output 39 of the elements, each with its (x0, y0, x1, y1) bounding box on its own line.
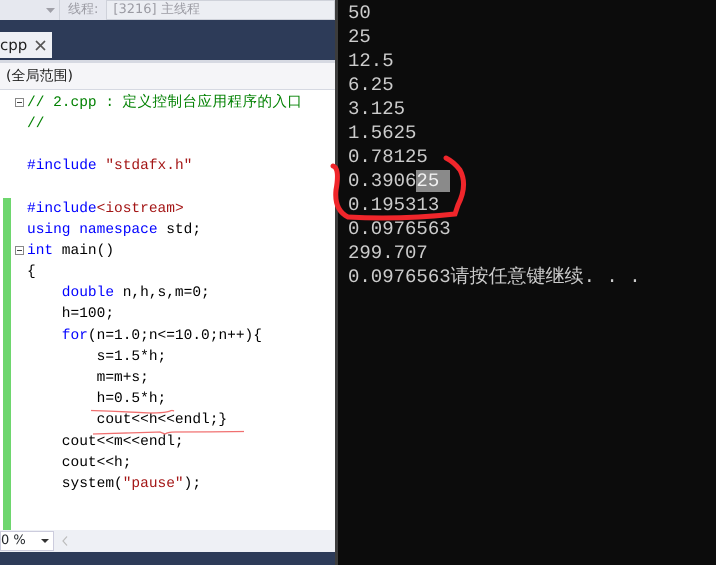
console-line: 1.5625 (348, 121, 418, 145)
code-line: cout<<h<<endl;} (96, 412, 228, 428)
caret-icon (41, 539, 49, 543)
console-line: 0.195313 (348, 193, 440, 217)
scroll-left-icon (62, 536, 68, 546)
console-line: 0.390625 (348, 169, 706, 193)
console-line: 12.5 (348, 49, 395, 73)
code-line: using namespace std; (27, 222, 202, 238)
code-line: cout<<m<<endl; (60, 434, 184, 450)
code-line: h=100; (60, 306, 114, 322)
zoom-dropdown[interactable]: 0 % (0, 531, 54, 551)
code-line: // 2.cpp : 定义控制台应用程序的入口 (27, 94, 303, 111)
scope-dropdown[interactable]: (全局范围) (0, 60, 335, 90)
code-line: #include "stdafx.h" (27, 158, 192, 174)
console-line: 0.0976563 (348, 217, 452, 241)
code-line: // (27, 116, 44, 132)
close-icon (35, 40, 46, 50)
code-line: h=0.5*h; (96, 391, 166, 408)
console-line: 25 (348, 25, 372, 49)
console-line: 0.78125 (348, 145, 429, 169)
code-line: for(n=1.0;n<=10.0;n++){ (60, 328, 262, 344)
console-line: 299.707 (348, 241, 429, 265)
console-line: 3.125 (348, 97, 406, 121)
code-line: system("pause"); (60, 476, 202, 492)
file-tab[interactable]: cpp (0, 32, 52, 58)
console-line: 0.0976563请按任意键继续. . . (348, 265, 642, 289)
code-line: int main() (27, 242, 114, 259)
code-line: cout<<h; (60, 454, 132, 471)
code-line: m=m+s; (96, 370, 149, 386)
thread-label: 线程: (68, 1, 98, 20)
caret-icon (46, 8, 55, 12)
code-line: #include<iostream> (27, 200, 184, 217)
code-line: s=1.5*h; (96, 348, 166, 365)
code-line: { (27, 264, 36, 280)
collapse-icon[interactable] (14, 246, 24, 256)
console-line: 6.25 (348, 73, 395, 97)
console-line: 50 (348, 1, 372, 25)
code-line: double n,h,s,m=0; (60, 285, 210, 302)
collapse-icon[interactable] (14, 98, 24, 108)
